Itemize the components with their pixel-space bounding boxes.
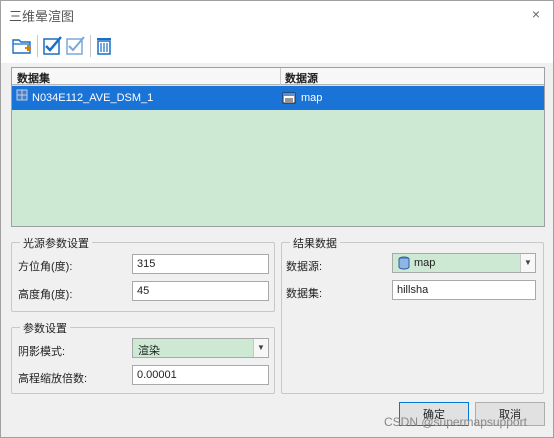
column-divider[interactable] <box>280 68 281 85</box>
datasource-icon <box>282 92 296 104</box>
table-row[interactable]: N034E112_AVE_DSM_1 map <box>12 86 544 110</box>
dem-grid-icon <box>16 89 28 101</box>
toolbar <box>1 29 553 63</box>
folder-add-icon <box>12 39 31 54</box>
azimuth-label: 方位角(度): <box>18 261 73 273</box>
light-params-title: 光源参数设置 <box>20 235 92 251</box>
result-dataset-input[interactable] <box>392 280 536 300</box>
check-icon <box>66 36 85 55</box>
column-header-datasource[interactable]: 数据源 <box>285 70 318 86</box>
result-datasource-label: 数据源: <box>286 261 323 273</box>
add-folder-button[interactable] <box>11 35 33 57</box>
select-all-button[interactable] <box>42 35 64 57</box>
result-dataset-label: 数据集: <box>286 288 323 300</box>
shadow-mode-value: 渲染 <box>138 345 160 357</box>
zscale-input[interactable] <box>132 365 269 385</box>
close-button[interactable]: × <box>525 4 547 24</box>
table-header: 数据集 数据源 <box>12 68 544 85</box>
toolbar-separator <box>90 35 91 57</box>
light-params-group: 光源参数设置 方位角(度): 高度角(度): <box>11 235 275 312</box>
chevron-down-icon[interactable]: ▼ <box>520 254 535 272</box>
column-header-dataset[interactable]: 数据集 <box>17 70 50 86</box>
toolbar-separator <box>37 35 38 57</box>
select-inverse-button[interactable] <box>65 35 87 57</box>
delete-button[interactable] <box>93 35 115 57</box>
shadow-mode-label: 阴影模式: <box>18 346 66 358</box>
title-bar: 三维晕渲图 × <box>1 1 553 29</box>
azimuth-input[interactable] <box>132 254 269 274</box>
shadow-params-group: 参数设置 阴影模式: 渲染 ▼ 高程缩放倍数: <box>11 320 275 394</box>
chevron-down-icon[interactable]: ▼ <box>253 339 268 357</box>
dialog-window: 三维晕渲图 × 数据集 数据源 N034E112_AVE_DSM_1 map 光… <box>0 0 554 438</box>
datasource-cell: map <box>301 92 323 104</box>
dataset-name-cell: N034E112_AVE_DSM_1 <box>32 92 154 104</box>
check-all-icon <box>43 36 62 55</box>
altitude-label: 高度角(度): <box>18 289 73 301</box>
shadow-params-title: 参数设置 <box>20 320 70 336</box>
result-datasource-value: map <box>414 257 436 269</box>
result-data-title: 结果数据 <box>290 235 340 251</box>
result-data-group: 结果数据 数据源: map ▼ 数据集: <box>281 235 544 394</box>
dataset-table: 数据集 数据源 N034E112_AVE_DSM_1 map <box>11 67 545 227</box>
result-datasource-select[interactable]: map ▼ <box>392 253 536 273</box>
shadow-mode-select[interactable]: 渲染 ▼ <box>132 338 269 358</box>
zscale-label: 高程缩放倍数: <box>18 373 88 385</box>
altitude-input[interactable] <box>132 281 269 301</box>
window-title: 三维晕渲图 <box>9 9 75 24</box>
watermark-text: CSDN @supermapsupport <box>384 415 527 429</box>
trash-icon <box>97 38 111 55</box>
database-icon <box>398 256 410 270</box>
